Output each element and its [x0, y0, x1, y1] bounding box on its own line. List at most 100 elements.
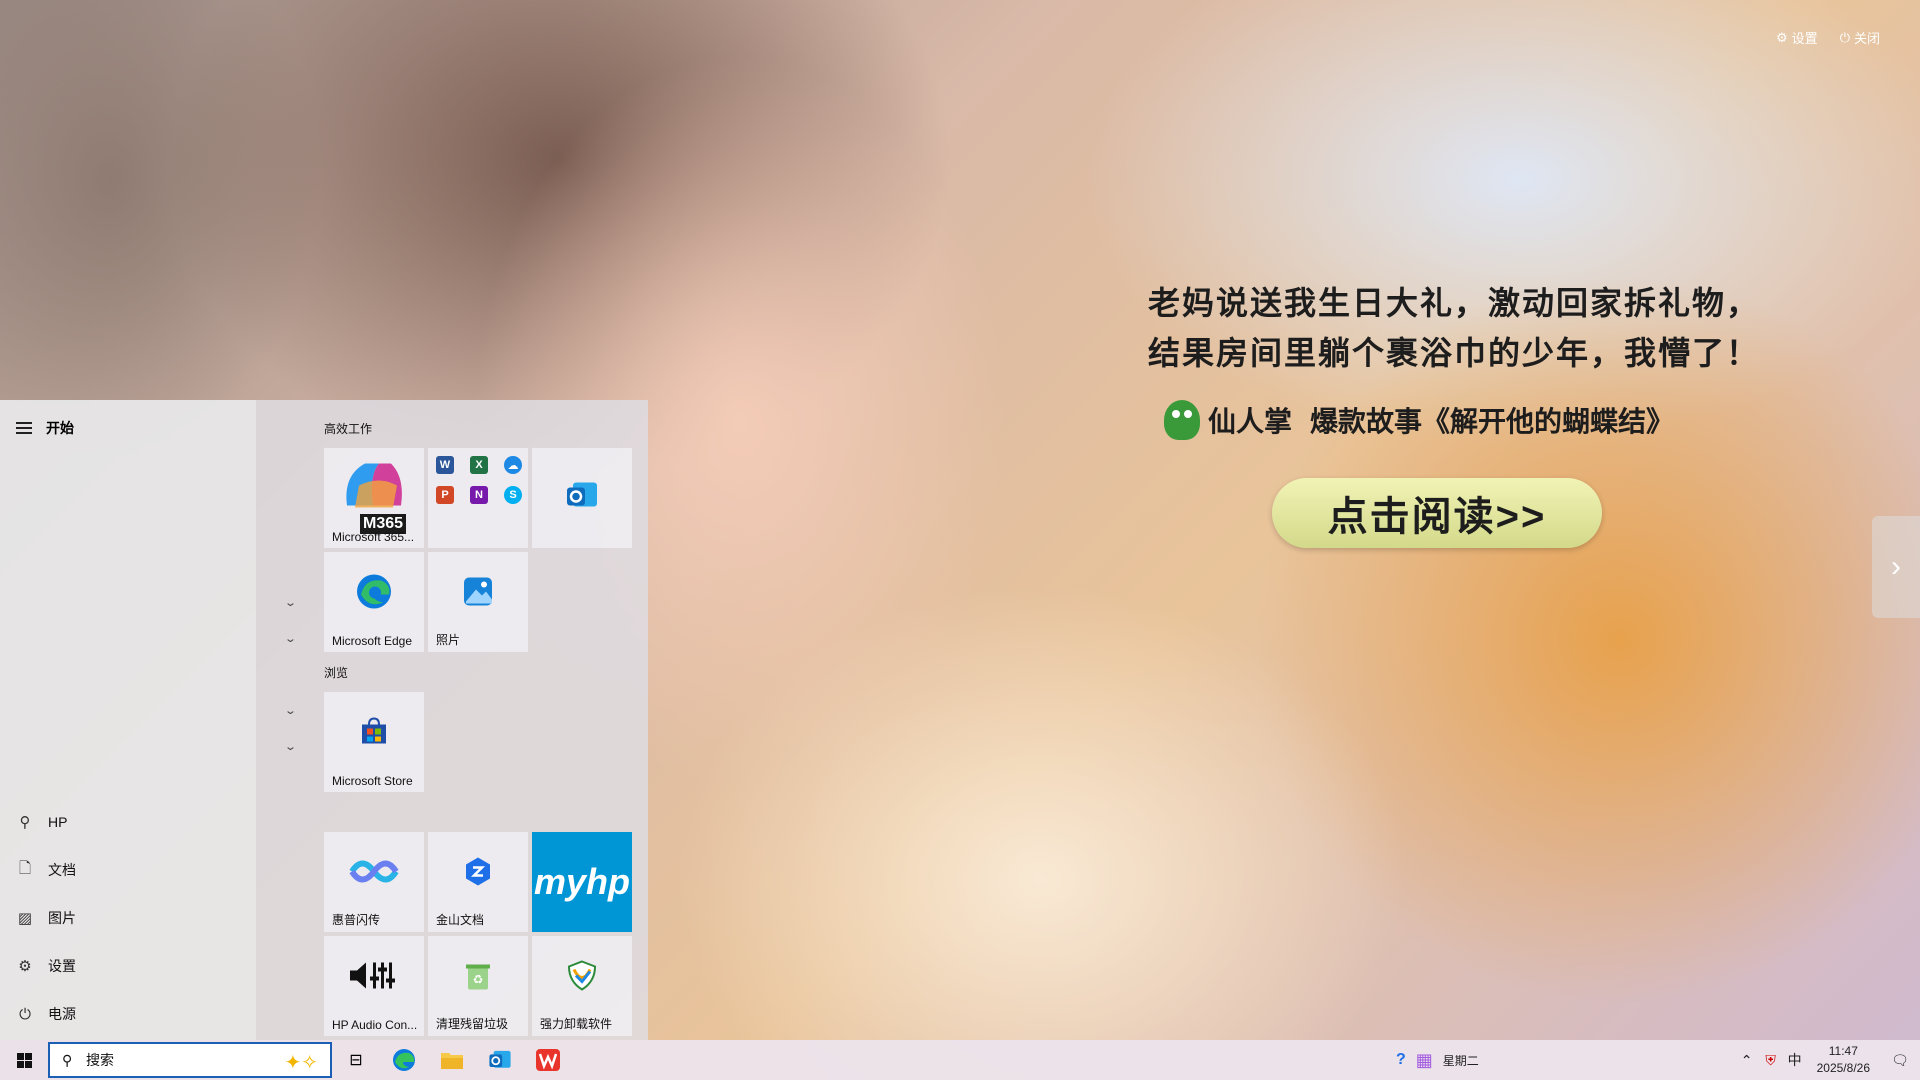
office-apps-grid: W X ☁ P N S	[436, 456, 526, 504]
wps-icon	[536, 1049, 560, 1071]
tile-myhp[interactable]: myhp	[532, 832, 632, 932]
calendar-icon: ▦	[1415, 1049, 1433, 1070]
power-icon: ⏻	[1839, 29, 1850, 45]
tray-security-button[interactable]: ⛨	[1759, 1040, 1783, 1080]
store-icon	[358, 716, 390, 753]
onenote-icon: N	[470, 486, 488, 504]
ad-brand: 仙人掌	[1208, 406, 1293, 437]
chevron-down-icon[interactable]: ⌄	[284, 632, 298, 645]
tile-label: 照片	[436, 633, 461, 647]
rail-item-label: HP	[48, 814, 68, 830]
taskbar-search-box[interactable]: ⚲ ✦✧	[48, 1042, 332, 1078]
tile-label: Microsoft Edge	[332, 634, 413, 648]
clock-date: 2025/8/26	[1816, 1061, 1870, 1075]
chevron-right-icon: ›	[1891, 550, 1901, 583]
rail-item-pictures[interactable]: ▨ 图片	[16, 900, 246, 936]
taskbar-widgets[interactable]: ? ▦ 星期二	[1396, 1040, 1479, 1080]
tile-office-folder[interactable]: W X ☁ P N S	[428, 448, 528, 548]
taskbar-edge[interactable]	[380, 1040, 428, 1080]
start-tiles-area: 高效工作 浏览 ⌄ ⌄ ⌄ ⌄ M365 Microsoft 365... W …	[256, 400, 648, 1040]
start-button[interactable]	[0, 1040, 48, 1080]
huipu-flash-icon	[346, 850, 402, 899]
search-icon: ⚲	[62, 1051, 73, 1068]
tile-microsoft-edge[interactable]: Microsoft Edge	[324, 552, 424, 652]
tile-microsoft-store[interactable]: Microsoft Store	[324, 692, 424, 792]
user-icon: ⚲	[19, 814, 31, 831]
tile-label: Microsoft Store	[332, 774, 413, 788]
task-view-button[interactable]: ⊟	[332, 1040, 380, 1080]
rail-item-label: 图片	[48, 910, 76, 926]
hamburger-menu-icon[interactable]	[16, 422, 32, 434]
audio-mixer-icon	[348, 959, 400, 998]
powerpoint-icon: P	[436, 486, 454, 504]
desktop-wallpaper-ad: ⚙ 设置 ⏻ 关闭 老妈说送我生日大礼，激动回家拆礼物， 结果房间里躺个裹浴巾的…	[0, 0, 1920, 1080]
task-view-icon: ⊟	[349, 1052, 363, 1069]
power-icon: ⏻	[19, 1005, 31, 1023]
tile-label: 惠普闪传	[332, 913, 381, 927]
ad-headline[interactable]: 老妈说送我生日大礼，激动回家拆礼物， 结果房间里躺个裹浴巾的少年，我懵了！	[1148, 278, 1760, 378]
tile-outlook[interactable]	[532, 448, 632, 548]
cactus-logo-icon	[1164, 400, 1200, 440]
rail-item-label: 电源	[48, 1006, 76, 1022]
ad-close-button[interactable]: ⏻ 关闭	[1840, 28, 1880, 47]
taskbar: ⚲ ✦✧ ⊟	[0, 1040, 1920, 1080]
ad-settings-button[interactable]: ⚙ 设置	[1776, 28, 1818, 47]
rail-item-label: 文档	[48, 862, 76, 878]
group-title-productivity[interactable]: 高效工作	[324, 420, 372, 437]
tile-force-uninstall[interactable]: 强力卸载软件	[532, 936, 632, 1036]
weekday-label: 星期二	[1442, 1053, 1479, 1068]
tile-microsoft-365[interactable]: M365 Microsoft 365...	[324, 448, 424, 548]
tile-clean-residue[interactable]: ♻ 清理残留垃圾	[428, 936, 528, 1036]
chevron-down-icon[interactable]: ⌄	[284, 596, 298, 609]
tile-label: Microsoft 365...	[332, 530, 415, 544]
pictures-icon: ▨	[17, 910, 33, 927]
group-title-browse[interactable]: 浏览	[324, 664, 348, 681]
shield-icon	[566, 960, 598, 997]
taskbar-wps[interactable]	[524, 1040, 572, 1080]
rail-item-documents[interactable]: 🗋 文档	[16, 852, 246, 888]
tile-photos[interactable]: 照片	[428, 552, 528, 652]
taskbar-clock[interactable]: 11:47 2025/8/26	[1817, 1043, 1870, 1077]
ad-settings-label: 设置	[1791, 31, 1818, 46]
copilot-sparkle-icon[interactable]: ✦✧	[284, 1050, 318, 1075]
shield-icon: ⛨	[1765, 1051, 1776, 1068]
ad-close-label: 关闭	[1853, 31, 1880, 46]
chevron-down-icon[interactable]: ⌄	[284, 704, 298, 717]
ime-label: 中	[1787, 1052, 1802, 1068]
ad-top-controls: ⚙ 设置 ⏻ 关闭	[1776, 28, 1880, 47]
taskbar-file-explorer[interactable]	[428, 1040, 476, 1080]
ad-next-arrow[interactable]: ›	[1872, 516, 1920, 618]
ime-indicator[interactable]: 中	[1783, 1040, 1807, 1080]
excel-icon: X	[470, 456, 488, 474]
search-input[interactable]	[84, 1051, 258, 1069]
rail-item-settings[interactable]: ⚙ 设置	[16, 948, 246, 984]
tile-kingsoft-docs[interactable]: 金山文档	[428, 832, 528, 932]
start-menu: 开始 ⚲ HP 🗋 文档 ▨ 图片 ⚙ 设置 ⏻ 电源 高效工作 浏览 ⌄ ⌄ …	[0, 400, 648, 1040]
chevron-down-icon[interactable]: ⌄	[284, 740, 298, 753]
document-icon: 🗋	[18, 859, 32, 877]
ad-headline-line2: 结果房间里躺个裹浴巾的少年，我懵了！	[1148, 335, 1761, 371]
start-title: 开始	[46, 420, 74, 436]
ad-story-title: 爆款故事《解开他的蝴蝶结》	[1310, 406, 1675, 437]
notification-center-button[interactable]: 🗨	[1880, 1040, 1920, 1080]
rail-item-power[interactable]: ⏻ 电源	[16, 996, 246, 1032]
tile-label: 金山文档	[436, 913, 485, 927]
recycle-bin-icon: ♻	[463, 960, 493, 997]
tile-huipu-flash[interactable]: 惠普闪传	[324, 832, 424, 932]
show-hidden-icons-button[interactable]: ⌃	[1735, 1040, 1759, 1080]
outlook-icon	[489, 1050, 511, 1068]
taskbar-outlook[interactable]	[476, 1040, 524, 1080]
help-icon: ?	[1396, 1051, 1406, 1068]
word-icon: W	[436, 456, 454, 474]
photos-icon	[462, 576, 494, 613]
edge-icon	[393, 1049, 415, 1071]
ad-read-button[interactable]: 点击阅读>>	[1272, 478, 1602, 548]
rail-item-user[interactable]: ⚲ HP	[16, 804, 246, 840]
myhp-logo-text: myhp	[533, 861, 630, 902]
start-menu-rail: 开始 ⚲ HP 🗋 文档 ▨ 图片 ⚙ 设置 ⏻ 电源	[0, 400, 256, 1040]
tile-hp-audio-control[interactable]: HP Audio Con...	[324, 936, 424, 1036]
gear-icon: ⚙	[18, 958, 32, 975]
kingsoft-docs-icon	[464, 856, 492, 893]
svg-text:♻: ♻	[473, 973, 484, 987]
tile-label: 强力卸载软件	[540, 1017, 613, 1031]
